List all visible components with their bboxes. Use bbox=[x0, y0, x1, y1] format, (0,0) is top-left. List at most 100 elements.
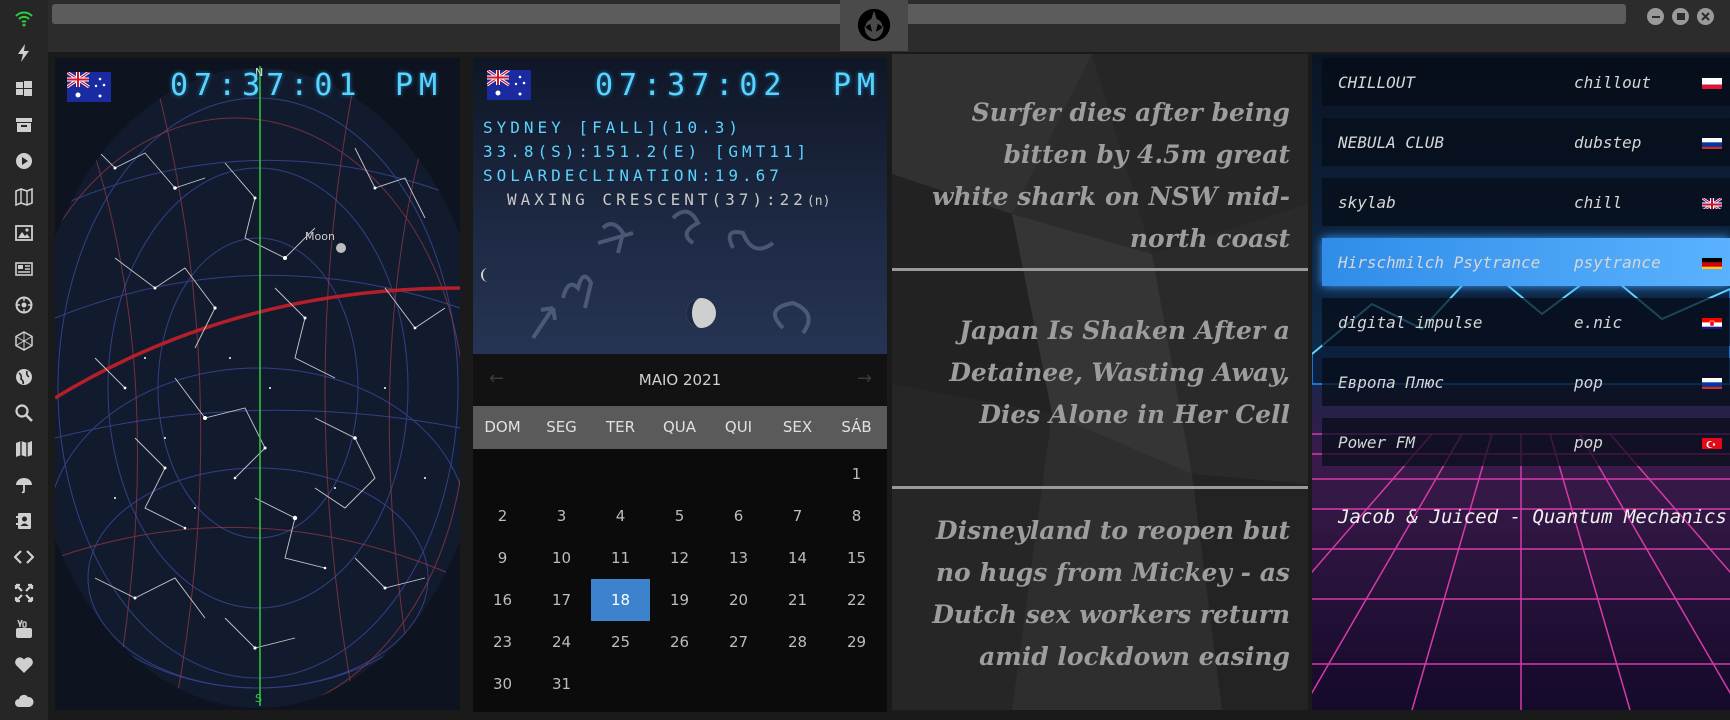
news-headline[interactable]: Japan Is Shaken After a Detainee, Wastin… bbox=[940, 310, 1290, 436]
calendar-day[interactable]: 24 bbox=[532, 621, 591, 663]
station-genre: e.nic bbox=[1574, 313, 1623, 332]
logo-tab[interactable] bbox=[840, 0, 908, 51]
calendar-day[interactable]: 15 bbox=[827, 537, 886, 579]
calendar-day[interactable]: 19 bbox=[650, 579, 709, 621]
info-clock-ampm: PM bbox=[833, 68, 882, 103]
youtube-icon[interactable] bbox=[12, 617, 36, 641]
station-row[interactable]: digital impulse e.nic bbox=[1322, 298, 1730, 346]
calendar-day[interactable]: 22 bbox=[827, 579, 886, 621]
calendar-day[interactable]: 28 bbox=[768, 621, 827, 663]
calendar-day[interactable]: 7 bbox=[768, 495, 827, 537]
hexagon-icon[interactable] bbox=[12, 329, 36, 353]
globe-icon[interactable] bbox=[12, 365, 36, 389]
calendar-day[interactable]: 25 bbox=[591, 621, 650, 663]
calendar-day[interactable]: 17 bbox=[532, 579, 591, 621]
uk-flag-icon bbox=[1702, 196, 1722, 209]
calendar-day[interactable]: 1 bbox=[827, 453, 886, 495]
germany-flag-icon bbox=[1702, 256, 1722, 269]
calendar-day[interactable]: 26 bbox=[650, 621, 709, 663]
calendar-day[interactable]: 30 bbox=[473, 663, 532, 705]
station-row[interactable]: CHILLOUT chillout bbox=[1322, 58, 1730, 106]
play-icon[interactable] bbox=[12, 149, 36, 173]
station-row[interactable]: NEBULA CLUB dubstep bbox=[1322, 118, 1730, 166]
station-row[interactable]: Hirschmilch Psytrance psytrance bbox=[1322, 238, 1730, 286]
calendar-day[interactable]: 21 bbox=[768, 579, 827, 621]
heart-icon[interactable] bbox=[12, 653, 36, 677]
now-playing-title: Jacob & Juiced - Quantum Mechanics bbox=[1338, 506, 1727, 528]
solar-declination-line: SOLARDECLINATION:19.67 bbox=[483, 166, 783, 185]
close-icon bbox=[1701, 12, 1710, 21]
calendar-day[interactable]: 9 bbox=[473, 537, 532, 579]
calendar-day[interactable]: 6 bbox=[709, 495, 768, 537]
wifi-icon[interactable] bbox=[12, 6, 36, 30]
news-headline[interactable]: Disneyland to reopen but no hugs from Mi… bbox=[920, 510, 1290, 678]
station-row[interactable]: Power FM pop bbox=[1322, 418, 1730, 466]
calendar-day[interactable]: 8 bbox=[827, 495, 886, 537]
image-icon[interactable] bbox=[12, 221, 36, 245]
umbrella-icon[interactable] bbox=[12, 473, 36, 497]
calendar-day[interactable]: 12 bbox=[650, 537, 709, 579]
station-name: skylab bbox=[1338, 193, 1396, 212]
australia-flag-icon bbox=[487, 70, 531, 100]
weekday-label: QUI bbox=[724, 418, 753, 436]
turkey-flag-icon bbox=[1702, 436, 1722, 449]
calendar-day[interactable]: 16 bbox=[473, 579, 532, 621]
calendar-day[interactable]: 27 bbox=[709, 621, 768, 663]
map-fold-icon[interactable] bbox=[12, 437, 36, 461]
calendar-day[interactable]: 18 bbox=[591, 579, 650, 621]
windows-icon[interactable] bbox=[12, 77, 36, 101]
starmap-clock-ampm: PM bbox=[395, 68, 444, 103]
calendar-panel: ← MAIO 2021 → DOM SEG TER QUA QUI SEX SÁ… bbox=[473, 354, 887, 712]
calendar-day[interactable]: 4 bbox=[591, 495, 650, 537]
calendar-day[interactable]: 5 bbox=[650, 495, 709, 537]
croatia-flag-icon bbox=[1702, 316, 1722, 329]
title-input[interactable] bbox=[52, 4, 1626, 24]
russia-flag-icon bbox=[1702, 136, 1722, 149]
moon-marker[interactable] bbox=[336, 243, 346, 253]
maximize-button[interactable] bbox=[1672, 8, 1689, 25]
calendar-day[interactable]: 23 bbox=[473, 621, 532, 663]
code-icon[interactable] bbox=[12, 545, 36, 569]
calendar-day[interactable]: 20 bbox=[709, 579, 768, 621]
moon-phase-text: WAXING CRESCENT(37):22 bbox=[507, 190, 807, 209]
sidebar bbox=[0, 0, 48, 720]
news-panel: Surfer dies after being bitten by 4.5m g… bbox=[892, 54, 1308, 710]
station-genre: pop bbox=[1574, 433, 1603, 452]
fullscreen-icon[interactable] bbox=[12, 581, 36, 605]
station-name: Европа Плюс bbox=[1338, 373, 1444, 392]
contacts-icon[interactable] bbox=[12, 509, 36, 533]
minimize-button[interactable] bbox=[1647, 8, 1664, 25]
news-headline[interactable]: Surfer dies after being bitten by 4.5m g… bbox=[920, 92, 1290, 260]
calendar-day[interactable]: 29 bbox=[827, 621, 886, 663]
station-genre: chill bbox=[1574, 193, 1623, 212]
calendar-day[interactable]: 31 bbox=[532, 663, 591, 705]
station-name: CHILLOUT bbox=[1338, 73, 1416, 92]
news-icon[interactable] bbox=[12, 257, 36, 281]
star-map-panel: Moon N S 07:37:01 PM bbox=[55, 58, 460, 710]
calendar-day[interactable]: 10 bbox=[532, 537, 591, 579]
close-button[interactable] bbox=[1697, 8, 1714, 25]
calendar-day[interactable]: 3 bbox=[532, 495, 591, 537]
calendar-day[interactable]: 2 bbox=[473, 495, 532, 537]
station-name: digital impulse bbox=[1338, 313, 1483, 332]
moon-label: Moon bbox=[305, 230, 335, 243]
next-month-button[interactable]: → bbox=[857, 368, 872, 389]
starmap-clock-time: 07:37:01 bbox=[170, 68, 363, 103]
rebel-alliance-logo-icon bbox=[857, 8, 891, 42]
news-separator bbox=[892, 486, 1308, 489]
search-icon[interactable] bbox=[12, 401, 36, 425]
calendar-day[interactable]: 11 bbox=[591, 537, 650, 579]
calendar-day[interactable]: 13 bbox=[709, 537, 768, 579]
map-icon[interactable] bbox=[12, 185, 36, 209]
weekday-label: DOM bbox=[484, 418, 521, 436]
station-row[interactable]: Европа Плюс pop bbox=[1322, 358, 1730, 406]
cloud-icon[interactable] bbox=[12, 689, 36, 713]
settings-icon[interactable] bbox=[12, 293, 36, 317]
archive-icon[interactable] bbox=[12, 113, 36, 137]
star-map[interactable] bbox=[55, 58, 460, 710]
station-row[interactable]: skylab chill bbox=[1322, 178, 1730, 226]
lightning-icon[interactable] bbox=[12, 41, 36, 65]
russia-flag-icon bbox=[1702, 376, 1722, 389]
calendar-header: ← MAIO 2021 → bbox=[473, 354, 887, 406]
calendar-day[interactable]: 14 bbox=[768, 537, 827, 579]
